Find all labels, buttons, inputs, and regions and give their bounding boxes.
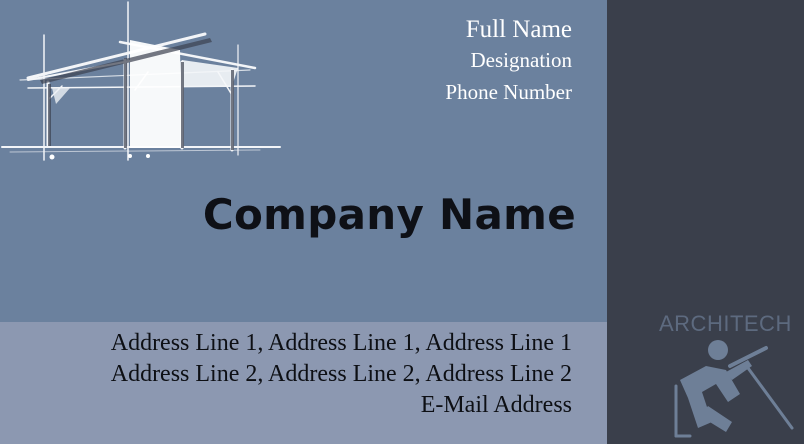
business-card: Full Name Designation Phone Number Compa… bbox=[0, 0, 804, 444]
company-name: Company Name bbox=[202, 190, 576, 239]
address-block: Address Line 1, Address Line 1, Address … bbox=[111, 328, 572, 421]
address-line-2: Address Line 2, Address Line 2, Address … bbox=[110, 361, 572, 387]
email-address: E-Mail Address bbox=[420, 392, 572, 418]
address-line-1: Address Line 1, Address Line 1, Address … bbox=[110, 330, 572, 356]
architect-figure-icon bbox=[674, 340, 794, 438]
designation: Designation bbox=[470, 48, 572, 72]
brand-wordmark: ARCHITECH bbox=[659, 311, 792, 336]
house-sketch-icon bbox=[1, 1, 281, 161]
full-name: Full Name bbox=[465, 16, 572, 43]
contact-block: Full Name Designation Phone Number bbox=[445, 14, 572, 107]
phone-number: Phone Number bbox=[445, 80, 572, 104]
